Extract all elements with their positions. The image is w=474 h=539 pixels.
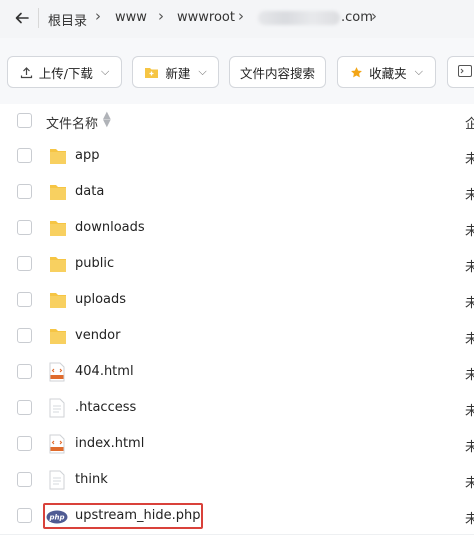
row-status: 未 <box>465 260 474 275</box>
file-name[interactable]: index.html <box>75 436 144 451</box>
file-row[interactable]: vendor 未 <box>0 318 474 355</box>
file-row[interactable]: downloads 未 <box>0 210 474 247</box>
folder-icon <box>49 218 67 238</box>
row-status: 未 <box>465 404 474 419</box>
chevron-down-icon: ⌵ <box>198 65 207 78</box>
folder-icon <box>49 254 67 274</box>
row-checkbox[interactable] <box>17 400 32 415</box>
row-checkbox[interactable] <box>17 256 32 271</box>
folder-icon <box>49 182 67 202</box>
favorites-label: 收藏夹 <box>369 65 407 81</box>
column-header-right[interactable]: 企 <box>465 113 474 132</box>
favorites-button[interactable]: 收藏夹 ⌵ <box>337 56 436 88</box>
highlight-box <box>43 503 203 529</box>
separator <box>38 8 39 28</box>
new-folder-icon <box>144 66 159 79</box>
breadcrumb-item-domain[interactable]: .com <box>341 10 373 25</box>
row-status: 未 <box>465 368 474 383</box>
file-name[interactable]: think <box>75 472 108 487</box>
row-status: 未 <box>465 512 474 527</box>
file-row[interactable]: public 未 <box>0 246 474 283</box>
file-name[interactable]: vendor <box>75 328 120 343</box>
sort-icon[interactable]: ▲ ▼ <box>103 111 111 129</box>
file-row[interactable]: uploads 未 <box>0 282 474 319</box>
column-header-name[interactable]: 文件名称 <box>46 113 98 132</box>
row-status: 未 <box>465 476 474 491</box>
file-name[interactable]: app <box>75 148 99 163</box>
chevron-down-icon: ⌵ <box>100 65 110 78</box>
file-name[interactable]: uploads <box>75 292 126 307</box>
chevron-down-icon: ⌵ <box>414 65 423 78</box>
file-row[interactable]: index.html 未 <box>0 426 474 463</box>
chevron-right-icon: › <box>95 7 101 25</box>
select-all-checkbox[interactable] <box>17 113 32 128</box>
row-status: 未 <box>465 296 474 311</box>
breadcrumb-item-wwwroot[interactable]: wwwroot <box>177 10 235 25</box>
html-file-icon <box>49 434 67 454</box>
chevron-right-icon: › <box>158 7 164 25</box>
new-button[interactable]: 新建 ⌵ <box>132 56 219 88</box>
row-checkbox[interactable] <box>17 220 32 235</box>
star-icon <box>350 66 363 79</box>
row-status: 未 <box>465 440 474 455</box>
row-checkbox[interactable] <box>17 508 32 523</box>
file-row[interactable]: .htaccess 未 <box>0 390 474 427</box>
breadcrumb-item-www[interactable]: www <box>115 10 147 25</box>
file-row[interactable]: 404.html 未 <box>0 354 474 391</box>
redacted-domain <box>258 11 340 25</box>
row-checkbox[interactable] <box>17 148 32 163</box>
chevron-right-icon: › <box>371 7 377 25</box>
domain-suffix: com <box>345 10 373 25</box>
file-name[interactable]: .htaccess <box>75 400 136 415</box>
upload-download-button[interactable]: 上传/下载 ⌵ <box>7 56 122 88</box>
file-content-search-label: 文件内容搜索 <box>239 65 315 81</box>
breadcrumb: 根目录 › www › wwwroot › .com › <box>0 0 474 39</box>
terminal-button[interactable] <box>447 56 474 88</box>
folder-icon <box>49 146 67 166</box>
row-checkbox[interactable] <box>17 472 32 487</box>
terminal-icon <box>458 64 472 80</box>
folder-icon <box>49 290 67 310</box>
chevron-right-icon: › <box>238 7 244 25</box>
file-name[interactable]: public <box>75 256 114 271</box>
file-name[interactable]: downloads <box>75 220 145 235</box>
text-file-icon <box>49 398 67 418</box>
html-file-icon <box>49 362 67 382</box>
row-checkbox[interactable] <box>17 364 32 379</box>
upload-download-label: 上传/下载 <box>38 65 93 81</box>
toolbar: 上传/下载 ⌵ 新建 ⌵ 文件内容搜索 收藏夹 ⌵ <box>0 38 474 104</box>
row-checkbox[interactable] <box>17 328 32 343</box>
row-status: 未 <box>465 152 474 167</box>
file-row[interactable]: app 未 <box>0 138 474 175</box>
back-button[interactable] <box>8 6 36 30</box>
row-status: 未 <box>465 224 474 239</box>
row-status: 未 <box>465 332 474 347</box>
row-checkbox[interactable] <box>17 292 32 307</box>
breadcrumb-item-root[interactable]: 根目录 <box>48 10 87 29</box>
row-status: 未 <box>465 188 474 203</box>
arrow-left-icon <box>15 12 29 24</box>
file-row[interactable]: think 未 <box>0 462 474 499</box>
file-name[interactable]: data <box>75 184 104 199</box>
upload-icon <box>20 66 33 79</box>
table-header: 文件名称 ▲ ▼ 企 <box>0 104 474 139</box>
row-checkbox[interactable] <box>17 436 32 451</box>
row-checkbox[interactable] <box>17 184 32 199</box>
text-file-icon <box>49 470 67 490</box>
file-row[interactable]: data 未 <box>0 174 474 211</box>
file-content-search-button[interactable]: 文件内容搜索 <box>229 56 326 88</box>
folder-icon <box>49 326 67 346</box>
file-name[interactable]: 404.html <box>75 364 134 379</box>
new-label: 新建 <box>165 65 191 81</box>
